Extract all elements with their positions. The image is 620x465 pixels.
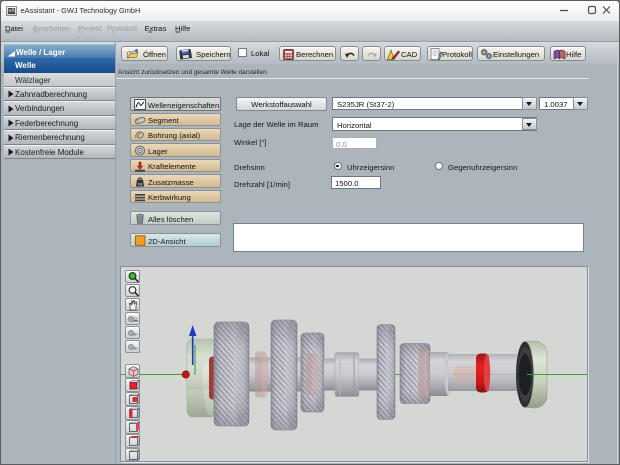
svg-text:kg: kg <box>137 181 141 186</box>
